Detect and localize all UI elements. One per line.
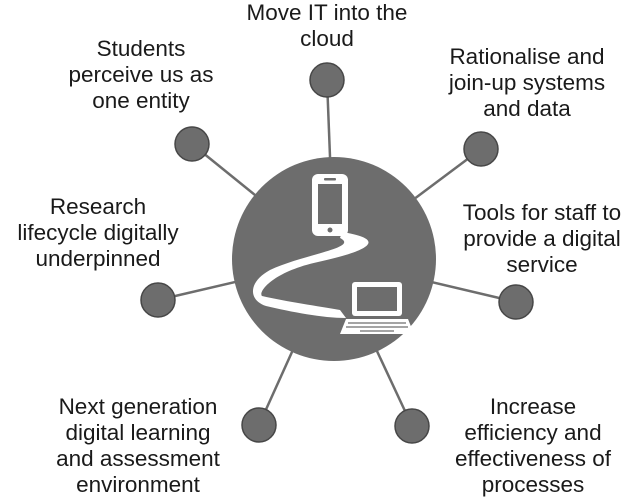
label-line: lifecycle digitally — [17, 220, 179, 245]
label-line: environment — [76, 472, 200, 497]
label-students-one-entity: Students perceive us as one entity — [48, 36, 234, 114]
label-research-lifecycle: Research lifecycle digitally underpinned — [0, 194, 196, 272]
label-increase-efficiency: Increase efficiency and effectiveness of… — [436, 394, 630, 498]
label-line: and assessment — [56, 446, 220, 471]
label-line: Students — [96, 36, 186, 61]
label-line: one entity — [92, 88, 190, 113]
label-line: join-up systems — [448, 70, 606, 95]
label-line: Research — [49, 194, 147, 219]
label-line: Increase — [489, 394, 577, 419]
label-line: cloud — [300, 26, 354, 51]
label-line: digital learning — [65, 420, 211, 445]
smartphone-icon — [312, 174, 348, 236]
label-line: efficiency and — [464, 420, 602, 445]
label-tools-for-staff: Tools for staff to provide a digital ser… — [444, 200, 640, 278]
label-line: Move IT into the — [246, 0, 408, 25]
label-line: and data — [483, 96, 571, 121]
label-line: provide a digital — [463, 226, 621, 251]
node-tools-for-staff — [498, 284, 534, 320]
label-line: Next generation — [58, 394, 218, 419]
label-line: processes — [481, 472, 585, 497]
node-research-lifecycle — [140, 282, 176, 318]
label-line: perceive us as — [68, 62, 214, 87]
node-students-one-entity — [174, 126, 210, 162]
label-next-gen-learning: Next generation digital learning and ass… — [30, 394, 246, 498]
hub — [232, 157, 436, 361]
label-line: underpinned — [35, 246, 161, 271]
label-line: Tools for staff to — [462, 200, 622, 225]
label-line: service — [506, 252, 578, 277]
node-move-it-cloud — [309, 62, 345, 98]
label-rationalise-systems: Rationalise and join-up systems and data — [432, 44, 622, 122]
label-line: Rationalise and — [449, 44, 605, 69]
label-move-it-cloud: Move IT into the cloud — [222, 0, 432, 52]
node-increase-efficiency — [394, 408, 430, 444]
node-next-gen-learning — [241, 407, 277, 443]
label-line: effectiveness of — [455, 446, 611, 471]
node-rationalise-systems — [463, 131, 499, 167]
